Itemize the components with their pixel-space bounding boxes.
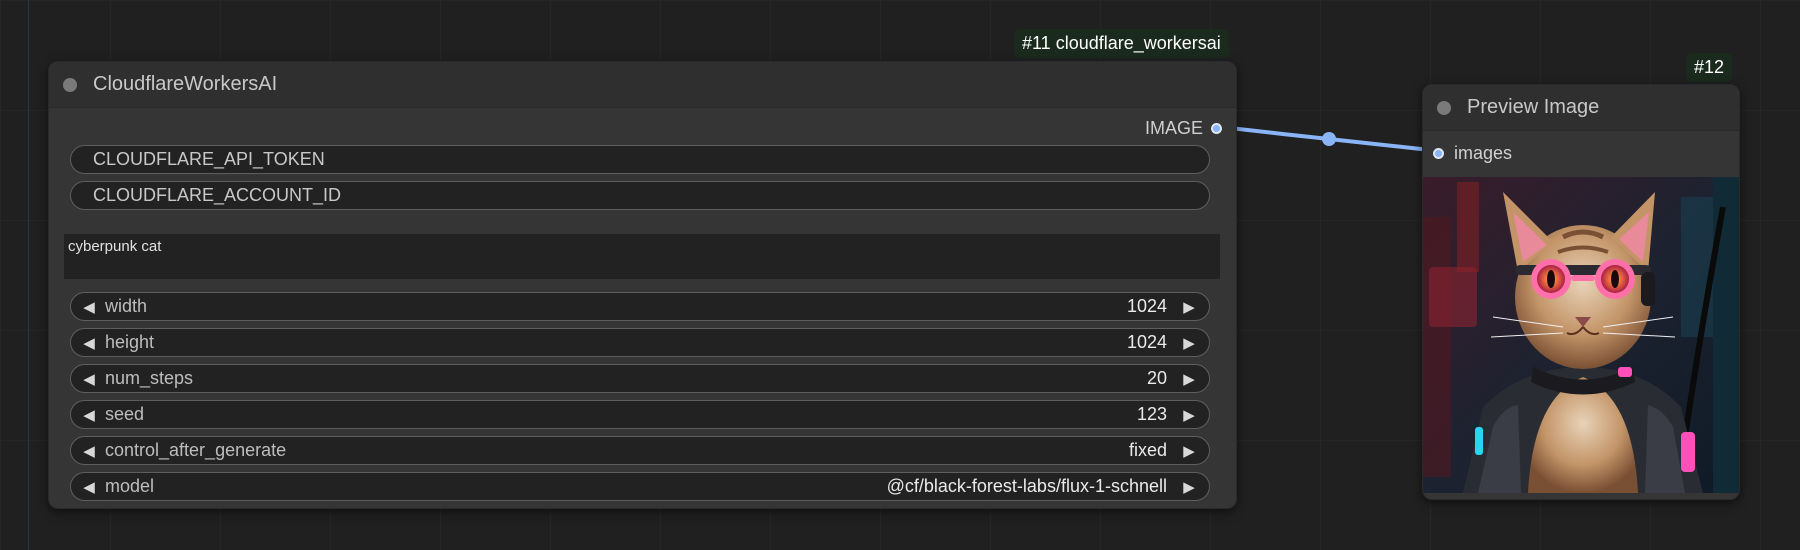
collapse-dot-icon[interactable]: [63, 77, 77, 92]
widget-label: num_steps: [105, 368, 194, 388]
account-id-field[interactable]: CLOUDFLARE_ACCOUNT_ID: [70, 181, 1210, 210]
decrement-arrow-icon[interactable]: ◀: [75, 370, 103, 388]
width-widget[interactable]: ◀ width 1024 ▶: [70, 292, 1210, 321]
link-midpoint-handle[interactable]: [1322, 132, 1336, 146]
account-id-placeholder: CLOUDFLARE_ACCOUNT_ID: [93, 185, 342, 205]
input-slot-dot-icon[interactable]: [1433, 148, 1444, 159]
api-token-field[interactable]: CLOUDFLARE_API_TOKEN: [70, 145, 1210, 174]
num-steps-widget[interactable]: ◀ num_steps 20 ▶: [70, 364, 1210, 393]
increment-arrow-icon[interactable]: ▶: [1175, 406, 1203, 424]
input-label: images: [1454, 143, 1513, 163]
decrement-arrow-icon[interactable]: ◀: [75, 298, 103, 316]
collapse-dot-icon[interactable]: [1437, 100, 1451, 115]
increment-arrow-icon[interactable]: ▶: [1175, 298, 1203, 316]
decrement-arrow-icon[interactable]: ◀: [75, 442, 103, 460]
model-widget[interactable]: ◀ model @cf/black-forest-labs/flux-1-sch…: [70, 472, 1210, 501]
cloudflare-workers-ai-node[interactable]: CloudflareWorkersAI IMAGE CLOUDFLARE_API…: [48, 61, 1237, 509]
widget-value[interactable]: 123: [1137, 404, 1167, 425]
preview-image-node[interactable]: Preview Image images: [1422, 84, 1740, 500]
increment-arrow-icon[interactable]: ▶: [1175, 334, 1203, 352]
seed-widget[interactable]: ◀ seed 123 ▶: [70, 400, 1210, 429]
widget-label: width: [105, 296, 148, 316]
output-slot-dot-icon[interactable]: [1211, 123, 1222, 134]
decrement-arrow-icon[interactable]: ◀: [75, 478, 103, 496]
widget-value[interactable]: fixed: [1129, 440, 1167, 461]
control-after-generate-widget[interactable]: ◀ control_after_generate fixed ▶: [70, 436, 1210, 465]
increment-arrow-icon[interactable]: ▶: [1175, 370, 1203, 388]
widget-value[interactable]: 1024: [1127, 332, 1167, 353]
node-header[interactable]: Preview Image: [1423, 85, 1739, 131]
widget-label: height: [105, 332, 155, 352]
output-slot-image[interactable]: IMAGE: [1145, 118, 1222, 139]
increment-arrow-icon[interactable]: ▶: [1175, 442, 1203, 460]
widget-value[interactable]: 1024: [1127, 296, 1167, 317]
preview-image[interactable]: [1423, 177, 1739, 493]
widget-value[interactable]: 20: [1147, 368, 1167, 389]
widget-label: seed: [105, 404, 145, 424]
widget-value[interactable]: @cf/black-forest-labs/flux-1-schnell: [887, 476, 1167, 497]
cyberpunk-cat-image: [1423, 177, 1739, 493]
node-title: CloudflareWorkersAI: [93, 73, 278, 95]
height-widget[interactable]: ◀ height 1024 ▶: [70, 328, 1210, 357]
decrement-arrow-icon[interactable]: ◀: [75, 406, 103, 424]
input-slot-images[interactable]: images: [1433, 143, 1512, 164]
node-header[interactable]: CloudflareWorkersAI: [49, 62, 1236, 108]
output-label: IMAGE: [1144, 118, 1203, 138]
decrement-arrow-icon[interactable]: ◀: [75, 334, 103, 352]
prompt-textarea[interactable]: cyberpunk cat: [64, 234, 1220, 279]
api-token-placeholder: CLOUDFLARE_API_TOKEN: [93, 149, 325, 169]
widget-label: control_after_generate: [105, 440, 287, 460]
node-title: Preview Image: [1467, 96, 1600, 118]
widget-label: model: [105, 476, 155, 496]
increment-arrow-icon[interactable]: ▶: [1175, 478, 1203, 496]
